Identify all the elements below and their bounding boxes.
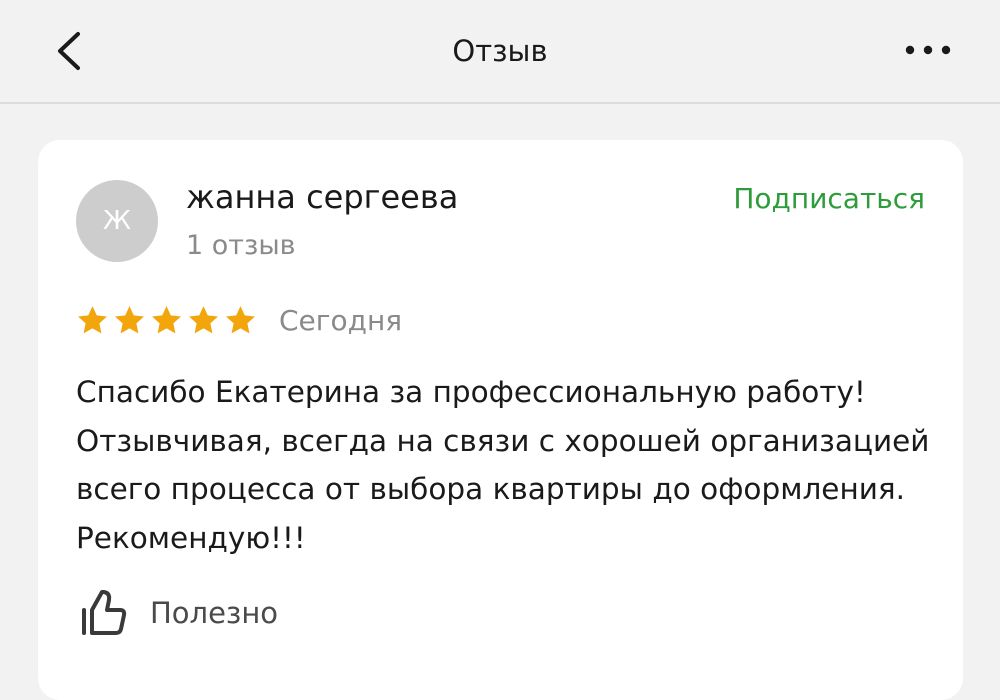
rating-row: Сегодня (76, 300, 402, 340)
review-date: Сегодня (279, 303, 403, 337)
useful-button[interactable]: Полезно (76, 588, 278, 638)
more-horizontal-icon (905, 45, 951, 55)
thumbs-up-icon (82, 590, 127, 635)
more-options-button[interactable] (900, 32, 960, 68)
star-icon (78, 305, 107, 333)
review-text: Спасибо Екатерина за профессиональную ра… (76, 375, 930, 555)
star-icon (115, 305, 144, 333)
subscribe-button[interactable]: Подписаться (733, 182, 925, 215)
star-rating (76, 304, 257, 337)
avatar[interactable]: Ж (76, 180, 158, 262)
top-bar: Отзыв (0, 0, 1000, 104)
useful-label: Полезно (150, 596, 279, 630)
star-icon (226, 305, 255, 333)
review-card: Ж жанна сергеева 1 отзыв Подписаться Сег… (38, 140, 963, 700)
author-review-count: 1 отзыв (186, 230, 296, 261)
star-icon (189, 305, 218, 333)
author-name[interactable]: жанна сергеева (186, 178, 458, 216)
star-icon (152, 305, 181, 333)
page-title: Отзыв (452, 34, 548, 68)
